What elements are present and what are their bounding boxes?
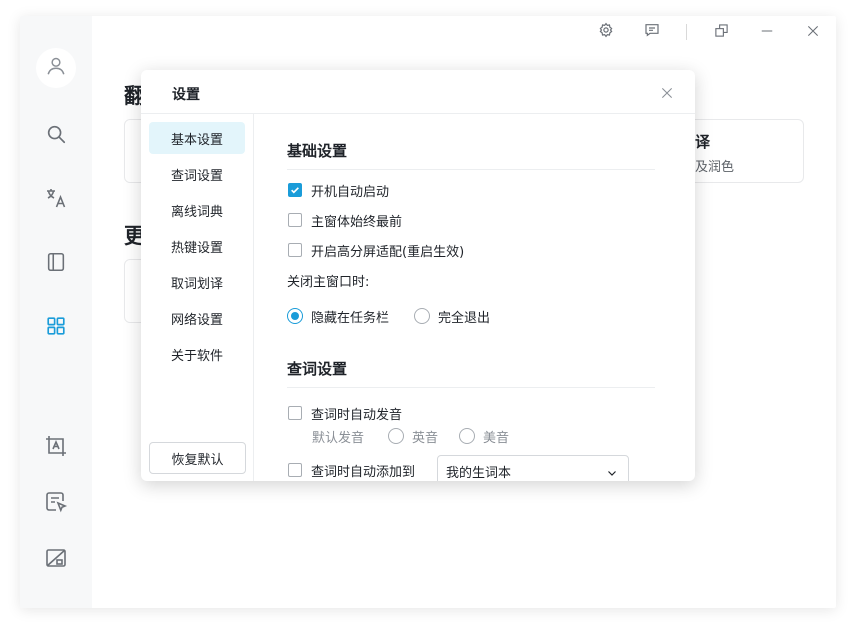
auto-add-label: 查词时自动添加到 — [311, 464, 416, 480]
nav-item-hotkeys[interactable]: 热键设置 — [149, 230, 245, 262]
dialog-title: 设置 — [172, 87, 200, 103]
feature-card-title: 译 — [695, 133, 711, 151]
section-lookup-title: 查词设置 — [287, 360, 348, 378]
auto-pronounce-checkbox[interactable] — [288, 406, 302, 420]
voice-uk-label: 英音 — [412, 430, 439, 446]
rail-screen-off-button[interactable] — [36, 540, 76, 580]
auto-add-option[interactable]: 查词时自动添加到 — [288, 460, 415, 480]
nav-item-offline-dict[interactable]: 离线词典 — [149, 194, 245, 226]
translate-icon — [44, 186, 68, 214]
cursor-select-icon — [44, 490, 68, 518]
voice-uk-option[interactable]: 英音 — [388, 426, 438, 446]
auto-pronounce-option[interactable]: 查词时自动发音 — [288, 403, 402, 423]
nav-item-about[interactable]: 关于软件 — [149, 338, 245, 370]
settings-button[interactable] — [592, 22, 620, 42]
dialog-close-button[interactable] — [655, 82, 679, 106]
rail-translate-button[interactable] — [36, 180, 76, 220]
grid-icon — [45, 315, 67, 341]
nav-item-word-capture[interactable]: 取词划译 — [149, 266, 245, 298]
close-exit-option[interactable]: 完全退出 — [414, 306, 490, 326]
book-icon — [45, 251, 67, 277]
minimize-button[interactable] — [753, 22, 781, 42]
nav-item-basic[interactable]: 基本设置 — [149, 122, 245, 154]
default-voice-label: 默认发音 — [312, 431, 365, 446]
always-top-checkbox[interactable] — [288, 213, 302, 227]
auto-start-checkbox[interactable] — [288, 183, 302, 197]
voice-us-label: 美音 — [483, 430, 510, 446]
section-lookup-divider — [287, 387, 655, 388]
search-icon — [45, 123, 67, 149]
rail-apps-button[interactable] — [36, 308, 76, 348]
hidpi-label: 开启高分屏适配(重启生效) — [311, 244, 465, 260]
close-hide-label: 隐藏在任务栏 — [311, 310, 390, 326]
auto-start-label: 开机自动启动 — [311, 184, 390, 200]
close-window-button[interactable] — [799, 22, 827, 42]
hidpi-option[interactable]: 开启高分屏适配(重启生效) — [288, 240, 464, 260]
feedback-icon — [644, 22, 660, 42]
always-top-label: 主窗体始终最前 — [311, 214, 403, 230]
settings-dialog: 设置 基本设置 查词设置 离线词典 热键设置 取词划译 网络设置 关于软件 恢复… — [141, 70, 695, 481]
auto-add-checkbox[interactable] — [288, 463, 302, 477]
voice-uk-radio[interactable] — [388, 428, 404, 444]
wordbook-select[interactable]: 我的生词本 — [437, 455, 629, 481]
feedback-button[interactable] — [638, 22, 666, 42]
rail-select-translate-button[interactable] — [36, 484, 76, 524]
gear-icon — [598, 22, 614, 42]
rail-book-button[interactable] — [36, 244, 76, 284]
voice-us-radio[interactable] — [459, 428, 475, 444]
close-icon — [806, 23, 820, 42]
crop-text-icon — [44, 434, 68, 462]
close-icon — [660, 85, 674, 104]
voice-us-option[interactable]: 美音 — [459, 426, 509, 446]
auto-pronounce-label: 查词时自动发音 — [311, 407, 403, 423]
chevron-down-icon — [606, 464, 618, 481]
user-icon — [45, 55, 67, 81]
nav-item-network[interactable]: 网络设置 — [149, 302, 245, 334]
hidpi-checkbox[interactable] — [288, 243, 302, 257]
reset-defaults-button[interactable]: 恢复默认 — [149, 442, 246, 474]
close-hide-radio[interactable] — [287, 308, 303, 324]
settings-nav: 基本设置 查词设置 离线词典 热键设置 取词划译 网络设置 关于软件 恢复默认 — [141, 114, 254, 481]
close-hide-option[interactable]: 隐藏在任务栏 — [287, 306, 389, 326]
auto-start-option[interactable]: 开机自动启动 — [288, 180, 389, 200]
close-exit-label: 完全退出 — [438, 310, 491, 326]
settings-content: 基础设置 开机自动启动 主窗体始终最前 开启高分屏适配(重启生效) 关闭主窗口时… — [255, 114, 695, 481]
rail-search-button[interactable] — [36, 116, 76, 156]
section-basic-divider — [287, 169, 655, 170]
close-behavior-label: 关闭主窗口时: — [287, 275, 370, 290]
close-exit-radio[interactable] — [414, 308, 430, 324]
feature-card-desc: 及润色 — [695, 160, 735, 175]
always-top-option[interactable]: 主窗体始终最前 — [288, 210, 402, 230]
sidebar-rail — [20, 16, 92, 608]
wordbook-select-value: 我的生词本 — [446, 466, 512, 481]
app-window: 翻 译 及润色 更 设置 基本设置 查词设置 离线词典 热键设置 取词划译 网络… — [20, 16, 836, 608]
restore-button[interactable] — [707, 22, 735, 42]
section-basic-title: 基础设置 — [287, 142, 348, 160]
nav-item-lookup[interactable]: 查词设置 — [149, 158, 245, 190]
restore-icon — [714, 23, 729, 42]
titlebar-divider — [686, 24, 687, 40]
rail-screenshot-translate-button[interactable] — [36, 428, 76, 468]
avatar[interactable] — [36, 48, 76, 88]
screen-off-icon — [44, 546, 68, 574]
minimize-icon — [760, 23, 774, 42]
